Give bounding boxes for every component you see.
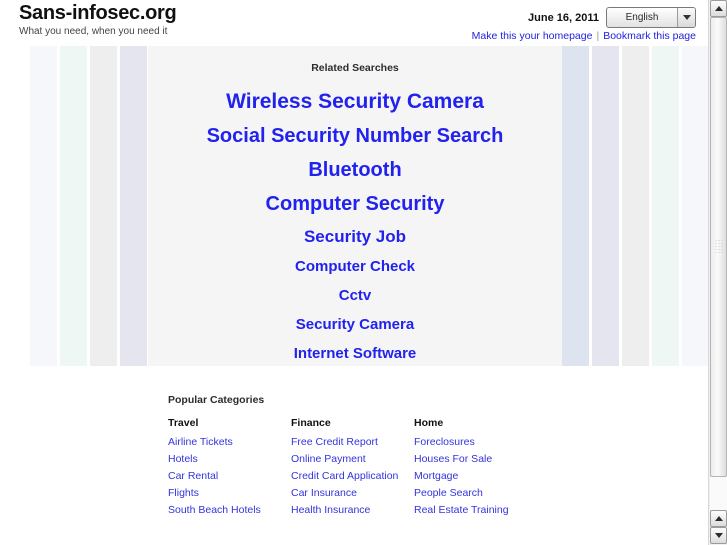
category-link[interactable]: Credit Card Application [291, 468, 414, 485]
site-tagline: What you need, when you need it [19, 26, 168, 37]
page-viewport: Sans-infosec.org What you need, when you… [0, 0, 708, 545]
chevron-down-icon [677, 8, 695, 27]
category-link[interactable]: Health Insurance [291, 502, 414, 519]
category-column: Finance Free Credit Report Online Payment C… [291, 417, 414, 519]
triangle-up-icon [714, 6, 723, 11]
category-link[interactable]: Car Rental [168, 468, 291, 485]
category-link[interactable]: Online Payment [291, 451, 414, 468]
category-column: Home Foreclosures Houses For Sale Mortgage P… [414, 417, 537, 519]
popular-categories-section: Popular Categories Travel Airline Tickets… [168, 394, 588, 519]
background-stripe [622, 46, 649, 366]
site-header: Sans-infosec.org What you need, when you… [0, 0, 708, 46]
category-link[interactable]: Airline Tickets [168, 434, 291, 451]
related-search-link[interactable]: Computer Security [148, 187, 562, 221]
background-stripe [90, 46, 117, 366]
vertical-scrollbar[interactable] [708, 0, 727, 545]
header-right-area: June 16, 2011 English Make this your hom… [472, 7, 696, 42]
related-searches-heading: Related Searches [311, 62, 399, 74]
popular-categories-columns: Travel Airline Tickets Hotels Car Rental Fli… [168, 417, 588, 519]
related-search-link[interactable]: Wireless Security Camera [148, 84, 562, 119]
background-stripe [120, 46, 147, 366]
header-links-separator: | [596, 30, 600, 42]
related-search-link[interactable]: Security Camera [148, 310, 562, 339]
make-homepage-link[interactable]: Make this your homepage [472, 30, 593, 42]
date-and-language-row: June 16, 2011 English [472, 7, 696, 28]
site-title: Sans-infosec.org [19, 2, 177, 24]
category-link[interactable]: Car Insurance [291, 485, 414, 502]
related-searches-section: Related Searches Wireless Security Camer… [148, 46, 562, 366]
striped-background-band: Related Searches Wireless Security Camer… [30, 46, 708, 366]
scrollbar-up-button-bottom[interactable] [710, 510, 727, 527]
category-link[interactable]: Flights [168, 485, 291, 502]
related-searches-list: Wireless Security Camera Social Security … [148, 84, 562, 368]
category-column-title: Travel [168, 417, 199, 429]
category-column: Travel Airline Tickets Hotels Car Rental Fli… [168, 417, 291, 519]
category-link[interactable]: Houses For Sale [414, 451, 537, 468]
background-stripe [682, 46, 708, 366]
browser-page: Sans-infosec.org What you need, when you… [0, 0, 727, 545]
current-date: June 16, 2011 [528, 11, 599, 24]
background-stripe [30, 46, 57, 366]
background-stripe [652, 46, 679, 366]
related-search-link[interactable]: Cctv [148, 281, 562, 310]
category-link[interactable]: Hotels [168, 451, 291, 468]
related-search-link[interactable]: Social Security Number Search [148, 119, 562, 153]
triangle-up-icon [714, 516, 723, 521]
triangle-down-icon [714, 533, 723, 538]
category-link[interactable]: Real Estate Training [414, 502, 537, 519]
category-column-title: Finance [291, 417, 331, 429]
popular-categories-heading: Popular Categories [168, 394, 265, 406]
scrollbar-grip-icon [714, 239, 723, 255]
language-select[interactable]: English [606, 7, 696, 28]
scrollbar-thumb[interactable] [710, 17, 727, 477]
site-branding: Sans-infosec.org What you need, when you… [19, 2, 177, 38]
related-search-link[interactable]: Security Job [148, 221, 562, 252]
scrollbar-down-button[interactable] [710, 527, 727, 544]
header-links: Make this your homepage | Bookmark this pa… [472, 30, 696, 42]
background-stripe [60, 46, 87, 366]
scrollbar-up-button[interactable] [710, 0, 727, 17]
background-stripe [592, 46, 619, 366]
related-search-link[interactable]: Internet Software [148, 339, 562, 368]
category-link[interactable]: People Search [414, 485, 537, 502]
category-link[interactable]: Free Credit Report [291, 434, 414, 451]
category-link[interactable]: South Beach Hotels [168, 502, 291, 519]
category-column-title: Home [414, 417, 444, 429]
related-search-link[interactable]: Computer Check [148, 252, 562, 281]
background-stripe [562, 46, 589, 366]
related-search-link[interactable]: Bluetooth [148, 153, 562, 187]
language-select-value: English [625, 12, 659, 23]
bookmark-page-link[interactable]: Bookmark this page [603, 30, 696, 42]
category-link[interactable]: Foreclosures [414, 434, 537, 451]
category-link[interactable]: Mortgage [414, 468, 537, 485]
